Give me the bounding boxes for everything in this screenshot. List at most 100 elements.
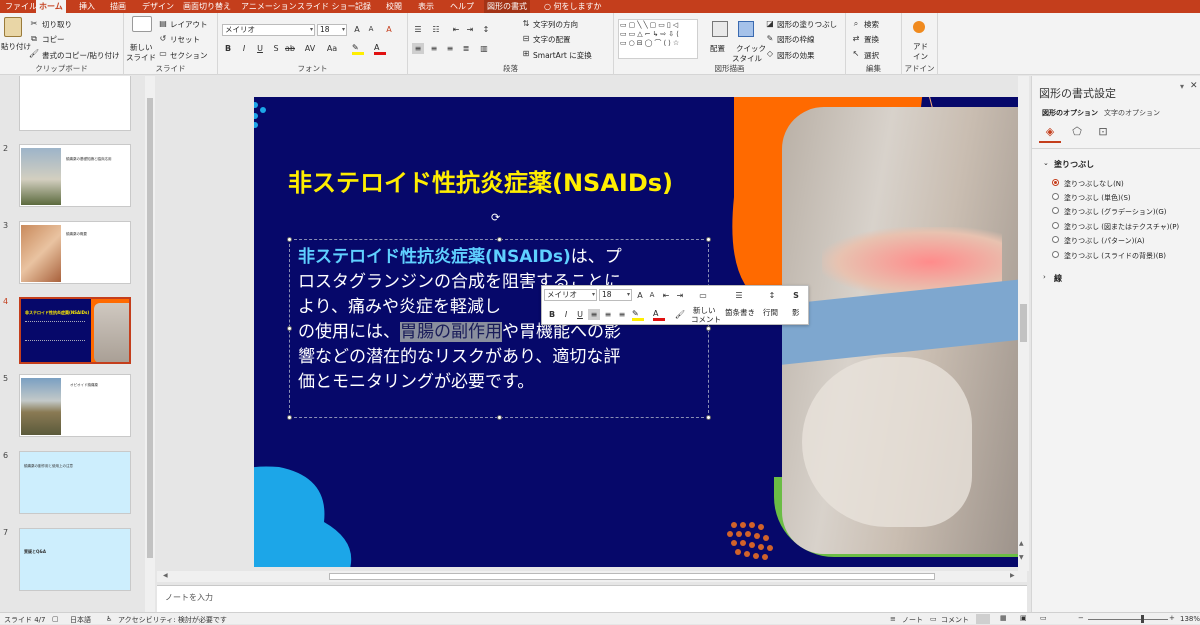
- resize-handle[interactable]: [706, 415, 711, 420]
- shape-fill-button[interactable]: 図形の塗りつぶし: [777, 19, 837, 30]
- size-properties-icon[interactable]: ⊡: [1093, 125, 1113, 143]
- smartart-button[interactable]: SmartArt に変換: [533, 50, 592, 61]
- bullets-icon[interactable]: ☰: [412, 24, 424, 35]
- tab-slideshow[interactable]: スライド ショー: [294, 0, 359, 13]
- wrist-bandage-photo[interactable]: [782, 107, 1018, 554]
- italic-button[interactable]: I: [238, 43, 250, 54]
- new-slide-icon[interactable]: [132, 16, 152, 32]
- strikethrough-button[interactable]: ab: [284, 43, 296, 54]
- shape-effects-button[interactable]: 図形の効果: [777, 50, 815, 61]
- zoom-out-button[interactable]: −: [1078, 614, 1084, 622]
- fill-option-label[interactable]: 塗りつぶし (パターン)(A): [1064, 236, 1145, 246]
- resize-handle[interactable]: [706, 326, 711, 331]
- shrink-font-icon[interactable]: A: [646, 290, 658, 301]
- mini-bold-icon[interactable]: B: [546, 309, 558, 320]
- line-spacing-icon[interactable]: ↕: [766, 290, 778, 301]
- format-painter-button[interactable]: 書式のコピー/貼り付け: [42, 50, 120, 61]
- addins-icon[interactable]: [913, 21, 925, 33]
- line-section-header[interactable]: 線: [1054, 273, 1062, 284]
- mini-highlight-icon[interactable]: ✎: [632, 309, 644, 321]
- slide-thumbnail-2[interactable]: 鎮痛薬の基礎知識と臨床応用: [19, 144, 131, 207]
- slide-sorter-icon[interactable]: ▦: [1000, 614, 1007, 622]
- font-color-icon[interactable]: A: [374, 43, 386, 55]
- decrease-indent-icon[interactable]: ⇤: [450, 24, 462, 35]
- mini-font-color-icon[interactable]: A: [653, 309, 665, 321]
- cut-button[interactable]: 切り取り: [42, 19, 72, 30]
- addins-label2[interactable]: イン: [913, 51, 928, 62]
- tell-me-search[interactable]: ○ 何をしますか: [541, 0, 605, 13]
- effects-icon[interactable]: ⬠: [1067, 125, 1087, 143]
- slide-canvas[interactable]: 非ステロイド性抗炎症薬(NSAIDs) ⟳ 非ステロイド性抗炎症薬(NSAIDs…: [254, 97, 1018, 567]
- blue-blob-shape[interactable]: [254, 462, 379, 567]
- selected-text[interactable]: 胃腸の副作用: [400, 322, 502, 342]
- editor-horizontal-scrollbar[interactable]: ◀ ▶: [157, 571, 1027, 582]
- radio-background-fill[interactable]: [1052, 251, 1059, 258]
- tab-review[interactable]: 校閲: [383, 0, 405, 13]
- tab-record[interactable]: 記録: [352, 0, 374, 13]
- shadow-button[interactable]: 影: [792, 307, 800, 318]
- editor-vscroll-thumb[interactable]: [1020, 304, 1027, 342]
- fill-option-label[interactable]: 塗りつぶし (単色)(S): [1064, 193, 1131, 203]
- layout-button[interactable]: レイアウト: [170, 19, 208, 30]
- section-button[interactable]: セクション: [170, 50, 208, 61]
- editor-vertical-scrollbar[interactable]: ▲ ▼: [1018, 76, 1029, 571]
- tab-shape-format[interactable]: 図形の書式: [484, 0, 530, 13]
- mini-font-combo[interactable]: メイリオ ▾: [544, 289, 597, 301]
- slideshow-icon[interactable]: ▭: [1040, 614, 1047, 622]
- zoom-level[interactable]: 138%: [1180, 615, 1200, 623]
- close-icon[interactable]: ✕: [1190, 81, 1198, 91]
- radio-solid-fill[interactable]: [1052, 193, 1059, 200]
- align-text-button[interactable]: 文字の配置: [533, 34, 571, 45]
- bullets-icon[interactable]: ☰: [733, 290, 745, 301]
- radio-picture-fill[interactable]: [1052, 222, 1059, 229]
- radio-pattern-fill[interactable]: [1052, 236, 1059, 243]
- tab-help[interactable]: ヘルプ: [447, 0, 477, 13]
- fill-option-label[interactable]: 塗りつぶし (スライドの背景)(B): [1064, 251, 1166, 261]
- rotate-handle-icon[interactable]: ⟳: [491, 211, 500, 224]
- tab-home[interactable]: ホーム: [36, 0, 66, 13]
- align-center-icon[interactable]: ≡: [428, 43, 440, 54]
- columns-icon[interactable]: ▥: [478, 43, 490, 54]
- chevron-down-icon[interactable]: ▼: [1019, 554, 1024, 561]
- arrange-icon[interactable]: [712, 21, 728, 37]
- chevron-right-icon[interactable]: ›: [1043, 273, 1046, 281]
- tab-transitions[interactable]: 画面切り替え: [180, 0, 234, 13]
- align-right-icon[interactable]: ≡: [444, 43, 456, 54]
- resize-handle[interactable]: [287, 415, 292, 420]
- resize-handle[interactable]: [287, 237, 292, 242]
- new-comment-label2[interactable]: コメント: [691, 314, 721, 325]
- slide-thumbnail-3[interactable]: 鎮痛薬の概要: [19, 221, 131, 284]
- chevron-up-icon[interactable]: ▲: [1019, 540, 1024, 547]
- reset-button[interactable]: リセット: [170, 34, 200, 45]
- fill-line-icon[interactable]: ◈: [1039, 125, 1061, 143]
- thumbnail-scrollbar[interactable]: [145, 76, 155, 612]
- mini-align-right-icon[interactable]: ≡: [616, 309, 628, 320]
- tab-animations[interactable]: アニメーション: [238, 0, 300, 13]
- zoom-slider[interactable]: [1088, 619, 1168, 620]
- editor-hscroll-thumb[interactable]: [329, 573, 935, 580]
- tab-insert[interactable]: 挿入: [76, 0, 98, 13]
- slide-title[interactable]: 非ステロイド性抗炎症薬(NSAIDs): [288, 163, 673, 198]
- shrink-font-icon[interactable]: A: [365, 24, 377, 35]
- tab-draw[interactable]: 描画: [107, 0, 129, 13]
- quick-styles-icon[interactable]: [738, 21, 754, 37]
- font-name-combo[interactable]: メイリオ ▾: [222, 24, 315, 36]
- notes-placeholder[interactable]: ノートを入力: [165, 592, 213, 603]
- slide-thumbnail-1[interactable]: [19, 76, 131, 131]
- mini-align-left-icon[interactable]: ≡: [588, 309, 600, 320]
- thumbnail-scroll-thumb[interactable]: [147, 98, 153, 558]
- fill-section-header[interactable]: 塗りつぶし: [1054, 159, 1094, 170]
- reading-view-icon[interactable]: ▣: [1020, 614, 1027, 622]
- tab-file[interactable]: ファイル: [2, 0, 40, 13]
- zoom-slider-thumb[interactable]: [1141, 615, 1144, 623]
- normal-view-icon[interactable]: [976, 614, 990, 624]
- bullets-button[interactable]: 箇条書き: [725, 307, 755, 318]
- highlight-color-icon[interactable]: ✎: [352, 43, 364, 55]
- mini-italic-icon[interactable]: I: [560, 309, 572, 320]
- shape-gallery[interactable]: ▭▢╲╲▢▭▯◁ ▭▭△⌐↳⇨⇩⟨ ▭○⊟◯⌒⟨⟩☆: [618, 19, 698, 59]
- resize-handle[interactable]: [497, 415, 502, 420]
- resize-handle[interactable]: [497, 237, 502, 242]
- clear-format-icon[interactable]: A: [383, 24, 395, 35]
- slide-thumbnail-5[interactable]: オピオイド鎮痛薬: [19, 374, 131, 437]
- shadow-s-icon[interactable]: S: [790, 290, 802, 301]
